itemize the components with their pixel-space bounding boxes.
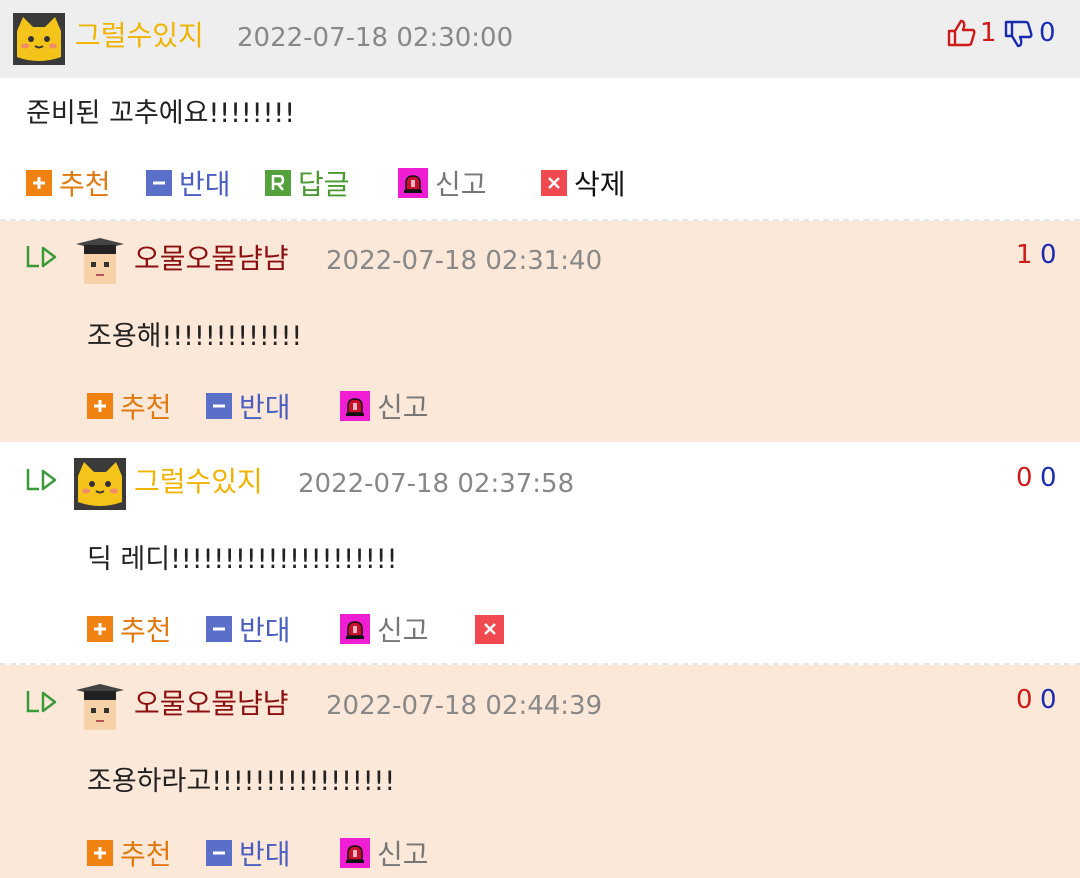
delete-button[interactable]: 삭제 (541, 166, 626, 201)
siren-icon (340, 838, 370, 868)
comment-up-count: 1 (1016, 240, 1033, 270)
post-down-count: 0 (1039, 18, 1056, 48)
comment-body: 딕 레디!!!!!!!!!!!!!!!!!!!!! (87, 544, 398, 575)
recommend-label: 추천 (59, 168, 111, 201)
comment-author[interactable]: 오물오물냠냠 (134, 245, 289, 273)
recommend-label: 추천 (120, 838, 172, 871)
comment-author[interactable]: 오물오물냠냠 (134, 690, 289, 718)
comment-down-count: 0 (1040, 463, 1057, 493)
thumbs-down-icon[interactable] (1004, 20, 1034, 48)
oppose-label: 반대 (179, 168, 231, 201)
plus-icon (87, 393, 113, 419)
siren-icon (340, 391, 370, 421)
graduate-avatar-icon[interactable] (74, 236, 126, 288)
oppose-label: 반대 (239, 838, 291, 871)
report-button[interactable]: 신고 (398, 166, 487, 201)
comment-date: 2022-07-18 02:31:40 (326, 246, 603, 276)
cat-avatar-icon[interactable] (13, 13, 65, 65)
recommend-button[interactable]: 추천 (87, 612, 172, 647)
delete-label: 삭제 (574, 168, 626, 201)
report-label: 신고 (377, 614, 429, 647)
delete-button[interactable] (475, 612, 511, 646)
oppose-label: 반대 (239, 391, 291, 424)
recommend-label: 추천 (120, 391, 172, 424)
siren-icon (398, 168, 428, 198)
report-label: 신고 (377, 838, 429, 871)
oppose-label: 반대 (239, 614, 291, 647)
minus-icon (206, 840, 232, 866)
reply-arrow-icon (26, 691, 57, 713)
recommend-button[interactable]: 추천 (26, 166, 111, 201)
post-body: 준비된 꼬추에요!!!!!!!! (26, 98, 296, 129)
oppose-button[interactable]: 반대 (206, 836, 291, 871)
cat-avatar-icon[interactable] (74, 458, 126, 510)
recommend-button[interactable]: 추천 (87, 389, 172, 424)
reply-arrow-icon (26, 246, 57, 268)
report-button[interactable]: 신고 (340, 836, 429, 871)
plus-icon (87, 616, 113, 642)
reply-arrow-icon (26, 469, 57, 491)
graduate-avatar-icon[interactable] (74, 682, 126, 734)
siren-icon (340, 614, 370, 644)
close-icon (541, 170, 567, 196)
post-up-count: 1 (980, 18, 997, 48)
comment-date: 2022-07-18 02:37:58 (298, 469, 575, 499)
comment-down-count: 0 (1040, 240, 1057, 270)
comment-down-count: 0 (1040, 685, 1057, 715)
comment-up-count: 0 (1016, 685, 1033, 715)
recommend-label: 추천 (120, 614, 172, 647)
reply-button[interactable]: 답글 (265, 166, 350, 201)
minus-icon (206, 393, 232, 419)
comment-body: 조용해!!!!!!!!!!!!! (87, 321, 303, 352)
report-button[interactable]: 신고 (340, 389, 429, 424)
plus-icon (26, 170, 52, 196)
report-label: 신고 (435, 168, 487, 201)
post-date: 2022-07-18 02:30:00 (237, 23, 514, 53)
comment-date: 2022-07-18 02:44:39 (326, 691, 603, 721)
thumbs-up-icon[interactable] (947, 19, 977, 47)
comment-author[interactable]: 그럴수있지 (134, 468, 263, 496)
post-author[interactable]: 그럴수있지 (75, 22, 204, 50)
oppose-button[interactable]: 반대 (206, 612, 291, 647)
comment-body: 조용하라고!!!!!!!!!!!!!!!!! (87, 766, 396, 797)
minus-icon (206, 616, 232, 642)
recommend-button[interactable]: 추천 (87, 836, 172, 871)
reply-label: 답글 (298, 168, 350, 201)
report-button[interactable]: 신고 (340, 612, 429, 647)
report-label: 신고 (377, 391, 429, 424)
oppose-button[interactable]: 반대 (146, 166, 231, 201)
reply-icon (265, 170, 291, 196)
minus-icon (146, 170, 172, 196)
close-icon (475, 614, 504, 644)
comment-up-count: 0 (1016, 463, 1033, 493)
plus-icon (87, 840, 113, 866)
oppose-button[interactable]: 반대 (206, 389, 291, 424)
